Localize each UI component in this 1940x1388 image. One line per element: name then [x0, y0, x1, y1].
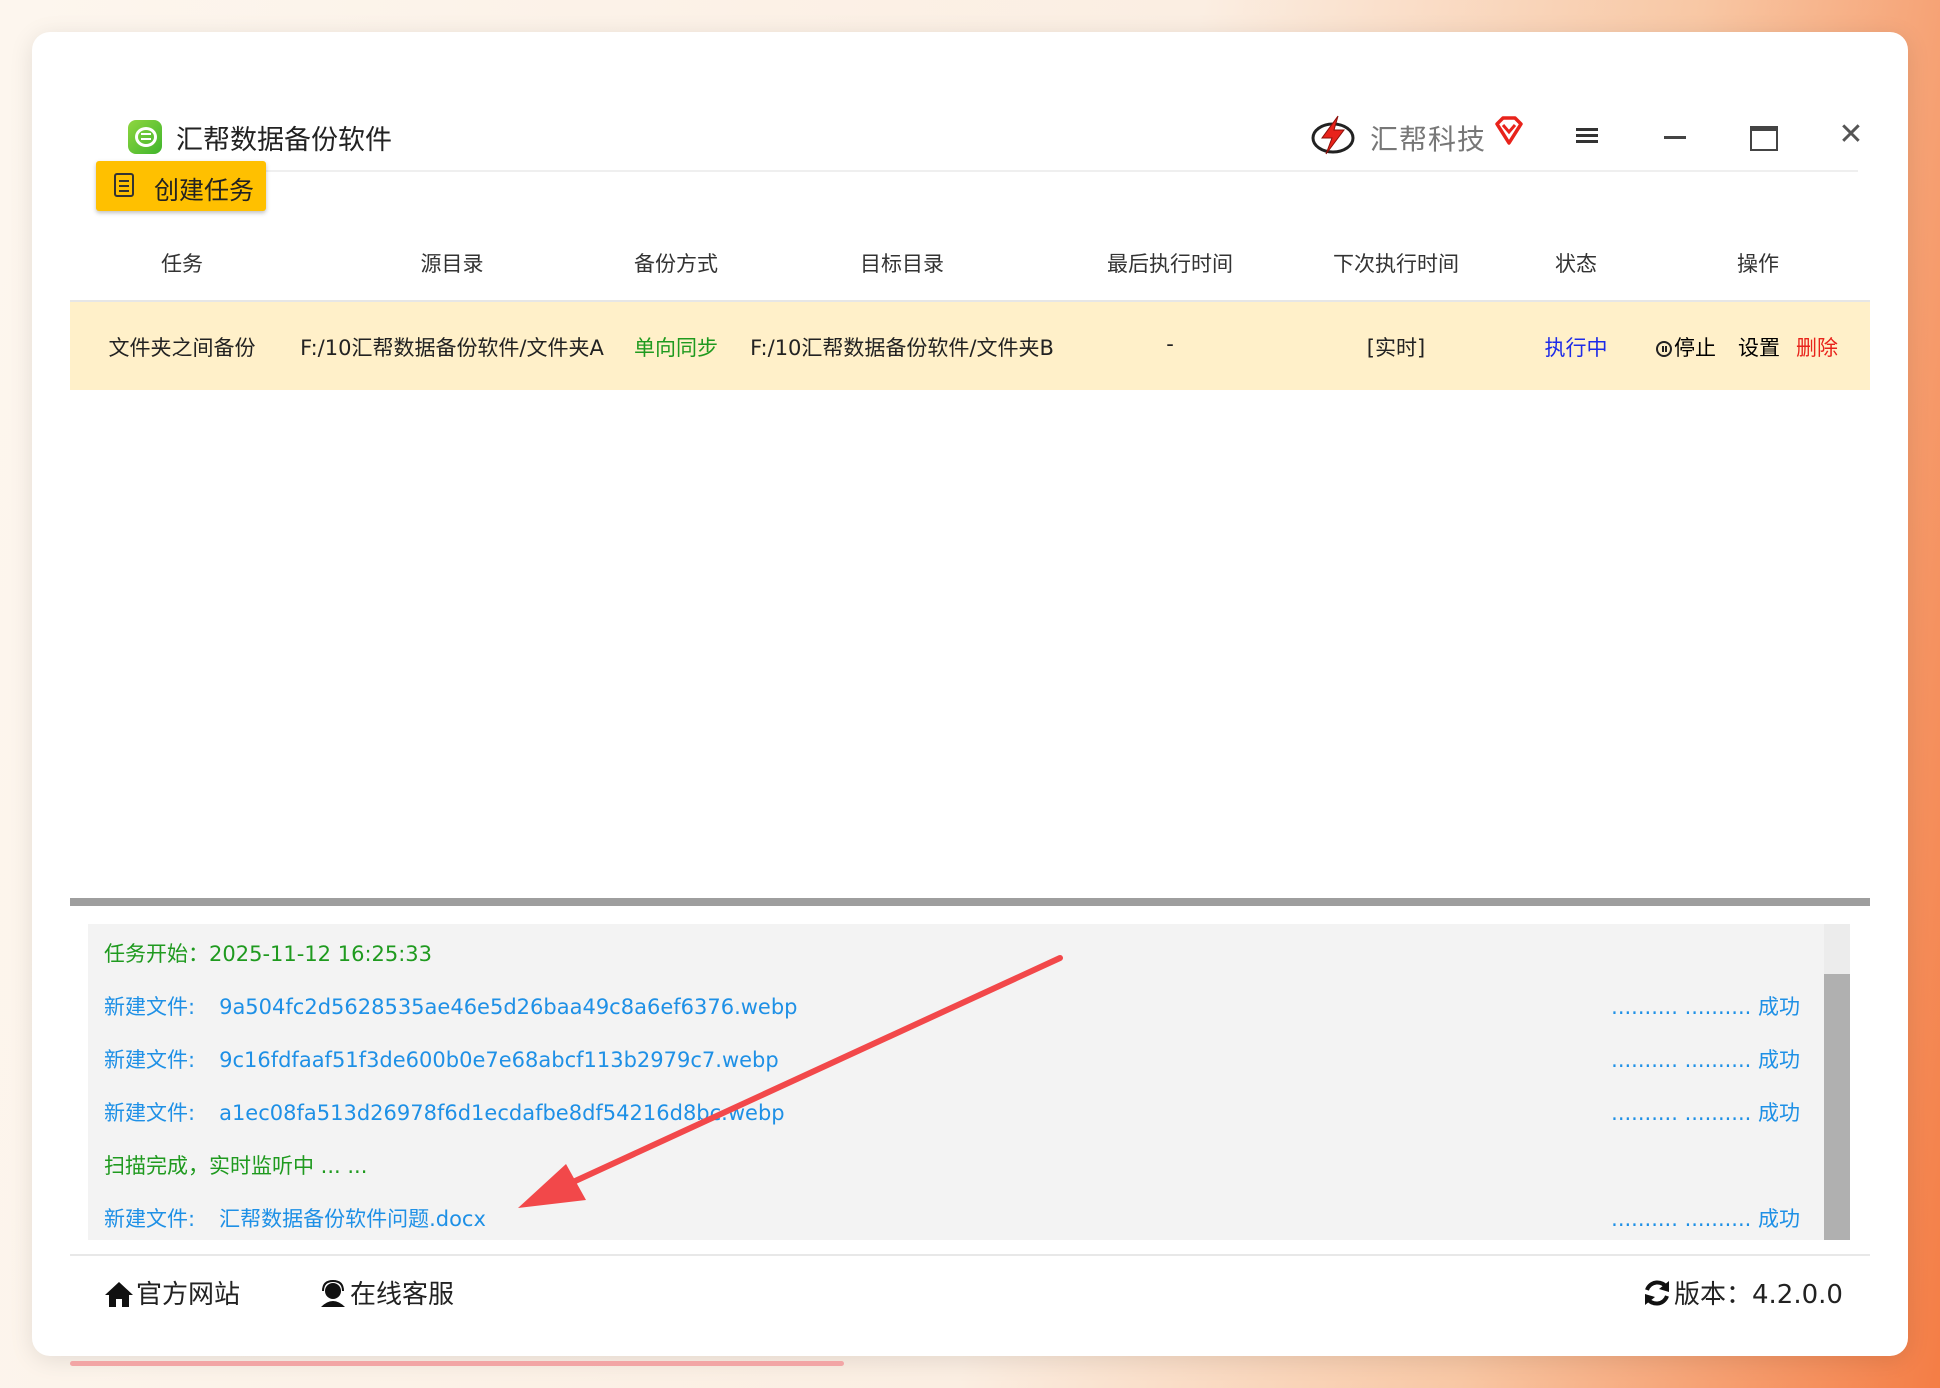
- log-line: 任务开始：2025-11-12 16:25:33: [104, 942, 433, 966]
- header-source: 源目录: [420, 252, 484, 276]
- refresh-icon: [1645, 1280, 1669, 1306]
- home-icon: [105, 1282, 133, 1307]
- cell-source: F:/10汇帮数据备份软件/文件夹A: [300, 336, 604, 360]
- log-line: 新建文件: a1ec08fa513d26978f6d1ecdafbe8df5421…: [104, 1097, 785, 1127]
- cell-mode: 单向同步: [634, 336, 718, 360]
- stop-label: 停止: [1674, 336, 1716, 360]
- cell-next-run: [实时]: [1366, 336, 1426, 360]
- table-row[interactable]: 文件夹之间备份 F:/10汇帮数据备份软件/文件夹A 单向同步 F:/10汇帮数…: [70, 300, 1870, 390]
- create-task-button[interactable]: 创建任务: [96, 161, 266, 211]
- header-last-run: 最后执行时间: [1107, 252, 1233, 276]
- task-list-icon: [114, 173, 134, 197]
- log-filename: 9c16fdfaaf51f3de600b0e7e68abcf113b2979c7…: [219, 1048, 779, 1072]
- log-result: .......... .......... 成功: [1611, 1048, 1800, 1072]
- log-line: 扫描完成，实时监听中 ... ...: [104, 1154, 368, 1178]
- log-filename: a1ec08fa513d26978f6d1ecdafbe8df54216d8bc…: [219, 1101, 785, 1125]
- log-scrollbar[interactable]: [1824, 924, 1850, 1240]
- menu-icon[interactable]: [1562, 110, 1612, 160]
- log-label: 新建文件:: [104, 1101, 196, 1125]
- scrollbar-thumb[interactable]: [1824, 974, 1850, 1240]
- log-line: 新建文件: 9c16fdfaaf51f3de600b0e7e68abcf113b2…: [104, 1044, 779, 1074]
- header-status: 状态: [1555, 252, 1597, 276]
- footer: 官方网站 在线客服 版本：4.2.0.0: [70, 1254, 1870, 1326]
- log-result: .......... .......... 成功: [1611, 1101, 1800, 1125]
- header-target: 目标目录: [860, 252, 944, 276]
- header-next-run: 下次执行时间: [1333, 252, 1459, 276]
- title-bar: 汇帮数据备份软件 汇帮科技 ✕: [98, 90, 1864, 172]
- online-support-link[interactable]: 在线客服: [318, 1274, 454, 1311]
- support-agent-icon: [321, 1279, 345, 1307]
- website-label: 官方网站: [136, 1280, 241, 1310]
- brand-logo-icon: [1311, 115, 1355, 155]
- log-label: 新建文件:: [104, 1048, 196, 1072]
- progress-strip: [70, 1361, 844, 1366]
- table-header: 任务 源目录 备份方式 目标目录 最后执行时间 下次执行时间 状态 操作: [70, 248, 1870, 298]
- log-result: .......... .......... 成功: [1611, 1207, 1800, 1231]
- create-task-label: 创建任务: [154, 176, 255, 205]
- settings-button[interactable]: 设置: [1738, 332, 1780, 362]
- log-label: 新建文件:: [104, 1207, 196, 1231]
- stop-button[interactable]: 停止: [1656, 332, 1716, 362]
- cell-status: 执行中: [1544, 336, 1608, 360]
- cell-target: F:/10汇帮数据备份软件/文件夹B: [750, 336, 1054, 360]
- pause-icon: [1656, 341, 1672, 357]
- brand-name: 汇帮科技: [1370, 123, 1487, 156]
- app-logo-icon: [128, 120, 162, 154]
- version-info[interactable]: 版本：4.2.0.0: [1642, 1274, 1843, 1311]
- log-line: 新建文件: 9a504fc2d5628535ae46e5d26baa49c8a6e…: [104, 991, 798, 1021]
- cell-last-run: -: [1166, 332, 1174, 356]
- log-filename: 汇帮数据备份软件问题.docx: [219, 1207, 486, 1231]
- log-panel: 任务开始：2025-11-12 16:25:33 新建文件: 9a504fc2d5…: [88, 924, 1824, 1240]
- header-task: 任务: [161, 252, 203, 276]
- panel-splitter[interactable]: [70, 898, 1870, 906]
- support-label: 在线客服: [350, 1280, 455, 1310]
- vip-diamond-icon[interactable]: [1492, 114, 1526, 148]
- maximize-button[interactable]: [1738, 110, 1788, 160]
- close-button[interactable]: ✕: [1826, 110, 1876, 160]
- header-actions: 操作: [1737, 252, 1779, 276]
- header-mode: 备份方式: [634, 252, 718, 276]
- minimize-button[interactable]: [1650, 110, 1700, 160]
- delete-button[interactable]: 删除: [1796, 332, 1838, 362]
- official-website-link[interactable]: 官方网站: [104, 1274, 240, 1311]
- log-line: 新建文件: 汇帮数据备份软件问题.docx: [104, 1203, 486, 1233]
- log-result: .......... .......... 成功: [1611, 995, 1800, 1019]
- log-filename: 9a504fc2d5628535ae46e5d26baa49c8a6ef6376…: [219, 995, 798, 1019]
- cell-task: 文件夹之间备份: [108, 336, 256, 360]
- app-title: 汇帮数据备份软件: [176, 125, 392, 156]
- log-label: 新建文件:: [104, 995, 196, 1019]
- version-label: 版本：4.2.0.0: [1674, 1280, 1843, 1310]
